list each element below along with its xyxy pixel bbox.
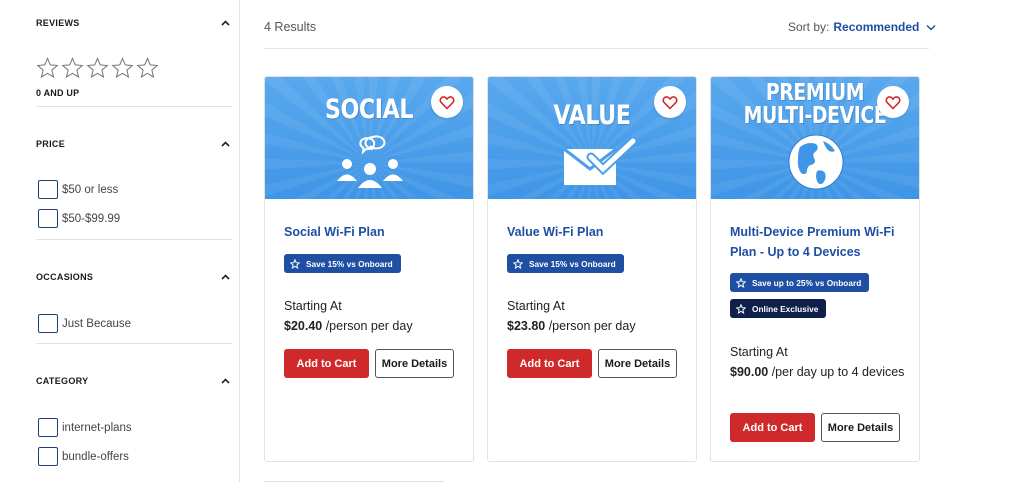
filter-sidebar: REVIEWS 0 AND UP PRICE $50 or less $50-$…: [0, 0, 240, 482]
price-unit: /person per day: [545, 319, 636, 333]
favorite-button[interactable]: [877, 86, 909, 118]
heart-icon: [662, 95, 678, 109]
checkbox-label: $50-$99.99: [62, 212, 121, 225]
category-filter-header[interactable]: CATEGORY: [36, 374, 232, 388]
checkbox[interactable]: [38, 314, 58, 333]
chevron-up-icon[interactable]: [218, 18, 232, 28]
reviews-filter-header[interactable]: REVIEWS: [36, 16, 232, 30]
savings-badge: Save 15% vs Onboard: [507, 254, 624, 273]
section-divider: [36, 239, 232, 240]
checkbox[interactable]: [38, 209, 58, 228]
add-to-cart-button[interactable]: Add to Cart: [730, 413, 815, 442]
image-title-line: MULTI-DEVICE: [743, 103, 887, 129]
sort-dropdown[interactable]: Sort by: Recommended: [788, 20, 936, 34]
star-rating-filter[interactable]: [36, 57, 159, 79]
heart-icon: [439, 95, 455, 109]
star-outline-icon[interactable]: [111, 57, 134, 79]
star-outline-icon[interactable]: [36, 57, 59, 79]
category-filter-section: CATEGORY: [36, 374, 232, 388]
occasions-filter-section: OCCASIONS: [36, 270, 232, 284]
star-outline-icon: [513, 258, 523, 269]
price-filter-header[interactable]: PRICE: [36, 137, 232, 151]
occasions-filter-title: OCCASIONS: [36, 272, 94, 282]
checkbox[interactable]: [38, 418, 58, 437]
savings-badge: Save up to 25% vs Onboard: [730, 273, 870, 292]
starting-at-label: Starting At: [507, 299, 565, 313]
image-title: SOCIAL: [324, 94, 414, 125]
price-unit: /per day up to 4 devices: [768, 365, 905, 379]
chevron-up-icon[interactable]: [218, 139, 232, 149]
rating-filter-label: 0 AND UP: [36, 88, 80, 98]
product-name-link[interactable]: Value Wi-Fi Plan: [507, 223, 682, 243]
price-filter-section: PRICE: [36, 137, 232, 151]
more-details-button[interactable]: More Details: [375, 349, 454, 378]
sort-label: Sort by:: [788, 20, 830, 34]
chevron-up-icon[interactable]: [218, 376, 232, 386]
more-details-button[interactable]: More Details: [598, 349, 677, 378]
badge-text: Save 15% vs Onboard: [529, 258, 616, 269]
star-outline-icon: [736, 303, 746, 314]
checkbox-label: internet-plans: [62, 421, 132, 434]
price-option-50-or-less[interactable]: $50 or less: [38, 180, 118, 199]
results-divider: [264, 48, 929, 49]
price-unit: /person per day: [322, 319, 413, 333]
reviews-filter-title: REVIEWS: [36, 18, 80, 28]
product-card-value: VALUE Value Wi-Fi Plan Save 15% vs Onboa…: [487, 76, 697, 462]
online-exclusive-badge: Online Exclusive: [730, 299, 827, 318]
occasions-filter-header[interactable]: OCCASIONS: [36, 270, 232, 284]
envelope-check-icon: [563, 137, 637, 185]
product-name-link[interactable]: Social Wi-Fi Plan: [284, 223, 459, 243]
favorite-button[interactable]: [431, 86, 463, 118]
badge-text: Online Exclusive: [752, 303, 819, 314]
image-title: PREMIUM MULTI-DEVICE: [730, 82, 901, 128]
price-value: $23.80: [507, 319, 546, 333]
price-text: $23.80 /person per day: [507, 317, 682, 337]
chevron-up-icon[interactable]: [218, 272, 232, 282]
checkbox[interactable]: [38, 447, 58, 466]
savings-badge: Save 15% vs Onboard: [284, 254, 401, 273]
product-card-premium-multi-device: PREMIUM MULTI-DEVICE Multi-Device Premiu…: [710, 76, 920, 462]
checkbox[interactable]: [38, 180, 58, 199]
price-text: $20.40 /person per day: [284, 317, 459, 337]
price-filter-title: PRICE: [36, 139, 66, 149]
price-option-50-99[interactable]: $50-$99.99: [38, 209, 120, 228]
price-value: $90.00: [730, 365, 769, 379]
starting-at-label: Starting At: [730, 345, 788, 359]
badge-text: Save up to 25% vs Onboard: [752, 277, 862, 288]
checkbox-label: Just Because: [62, 317, 132, 330]
product-name-link[interactable]: Multi-Device Premium Wi-Fi Plan - Up to …: [730, 223, 905, 262]
product-card-social: SOCIAL Social Wi-Fi Plan Save 15% vs Onb…: [264, 76, 474, 462]
more-details-button[interactable]: More Details: [821, 413, 900, 442]
star-outline-icon[interactable]: [86, 57, 109, 79]
reviews-filter-section: REVIEWS: [36, 16, 232, 30]
checkbox-label: bundle-offers: [62, 450, 129, 463]
occasion-option-just-because[interactable]: Just Because: [38, 314, 131, 333]
starting-at-label: Starting At: [284, 299, 342, 313]
star-outline-icon: [290, 258, 300, 269]
category-filter-title: CATEGORY: [36, 376, 89, 386]
heart-icon: [885, 95, 901, 109]
add-to-cart-button[interactable]: Add to Cart: [507, 349, 592, 378]
add-to-cart-button[interactable]: Add to Cart: [284, 349, 369, 378]
checkbox-label: $50 or less: [62, 183, 119, 196]
star-outline-icon[interactable]: [136, 57, 159, 79]
star-outline-icon[interactable]: [61, 57, 84, 79]
category-option-bundle-offers[interactable]: bundle-offers: [38, 447, 129, 466]
globe-icon: [788, 134, 844, 190]
category-option-internet-plans[interactable]: internet-plans: [38, 418, 132, 437]
image-title: VALUE: [553, 100, 631, 131]
badge-text: Save 15% vs Onboard: [306, 258, 393, 269]
section-divider: [36, 343, 232, 344]
price-value: $20.40: [284, 319, 323, 333]
sort-value: Recommended: [833, 20, 920, 34]
favorite-button[interactable]: [654, 86, 686, 118]
results-count: 4 Results: [264, 20, 317, 34]
chevron-down-icon: [926, 24, 936, 30]
star-outline-icon: [736, 277, 746, 288]
people-chat-icon: [337, 135, 403, 188]
image-title-line: PREMIUM: [765, 80, 865, 106]
section-divider: [36, 106, 232, 107]
price-text: $90.00 /per day up to 4 devices: [730, 363, 905, 383]
